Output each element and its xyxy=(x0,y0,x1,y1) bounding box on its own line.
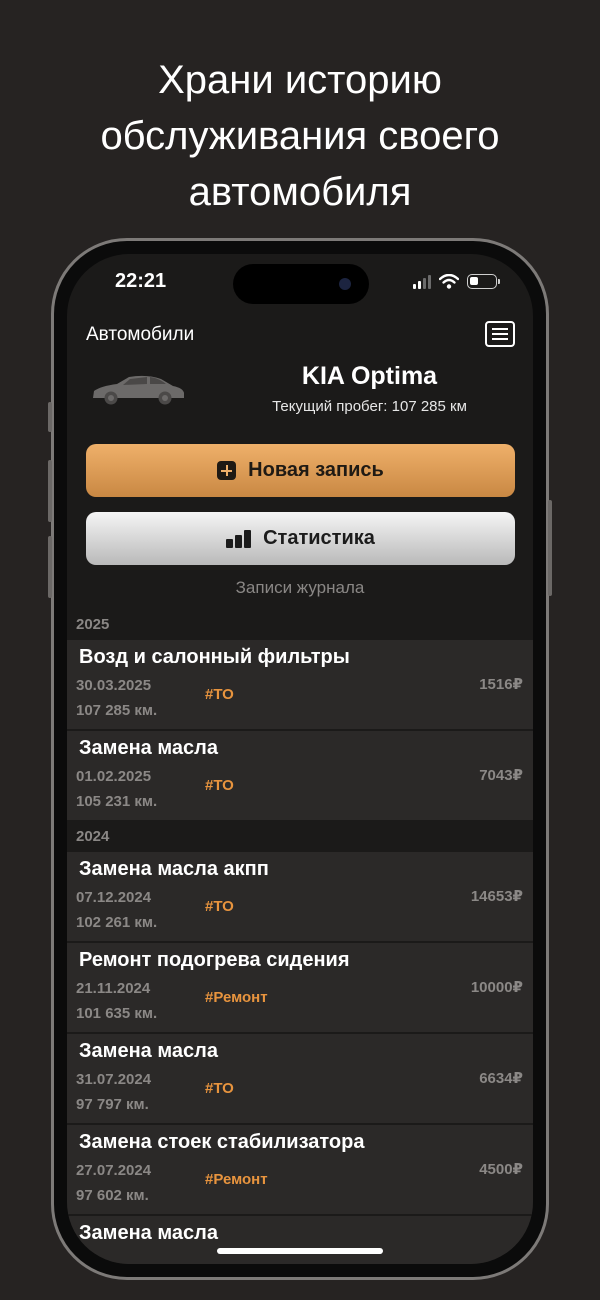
list-icon[interactable] xyxy=(485,321,515,347)
entry-price: 7043₽ xyxy=(479,767,523,784)
signal-icon xyxy=(413,274,431,289)
journal-list: 2025 Возд и салонный фильтры 30.03.2025 … xyxy=(67,610,533,1264)
entry-price: 10000₽ xyxy=(470,979,523,996)
entry-tag: #ТО xyxy=(205,777,234,794)
volume-up-button xyxy=(48,460,52,522)
entry-title: Замена масла xyxy=(79,1222,218,1244)
entry-date: 30.03.2025 xyxy=(76,677,152,694)
status-time: 22:21 xyxy=(115,270,167,292)
dynamic-island xyxy=(233,264,369,304)
nav-title[interactable]: Автомобили xyxy=(86,324,194,346)
entry-price: 6634₽ xyxy=(479,1070,523,1087)
entry-mileage: 101 635 км. xyxy=(76,1005,158,1022)
wifi-icon xyxy=(439,274,459,289)
entry-tag: #ТО xyxy=(205,898,234,915)
entry-date: 21.11.2024 xyxy=(76,980,151,997)
entry-date: 01.02.2025 xyxy=(76,768,152,785)
side-button xyxy=(48,402,52,432)
app-screen: 22:21 Автомобили KIA Optima Текущий проб… xyxy=(67,254,533,1264)
power-button xyxy=(548,500,552,596)
entry-price: 14653₽ xyxy=(470,888,523,905)
year-header: 2024 xyxy=(67,822,533,852)
statistics-label: Статистика xyxy=(263,527,375,549)
entry-title: Замена масла xyxy=(79,1040,218,1062)
journal-entry[interactable]: Замена масла 01.02.2025 105 231 км. #ТО … xyxy=(67,731,533,822)
entry-tag: #ТО xyxy=(205,686,234,703)
entry-title: Замена стоек стабилизатора xyxy=(79,1131,365,1153)
journal-entry[interactable]: Замена стоек стабилизатора 27.07.2024 97… xyxy=(67,1125,533,1216)
promo-headline: Храни историю обслуживания своего автомо… xyxy=(0,52,600,220)
camera-icon xyxy=(339,278,351,290)
entry-mileage: 97 797 км. xyxy=(76,1096,149,1113)
entry-title: Замена масла xyxy=(79,737,218,759)
bar-chart-icon xyxy=(226,529,252,548)
journal-entry[interactable]: Замена масла 31.07.2024 97 797 км. #ТО 6… xyxy=(67,1034,533,1125)
new-record-label: Новая запись xyxy=(248,459,384,481)
entry-price: 4500₽ xyxy=(479,1161,523,1178)
statistics-button[interactable]: Статистика xyxy=(86,512,515,565)
entry-tag: #Ремонт xyxy=(205,989,268,1006)
entry-mileage: 97 602 км. xyxy=(76,1187,149,1204)
year-header: 2025 xyxy=(67,610,533,640)
battery-icon xyxy=(467,274,500,289)
status-icons xyxy=(413,274,500,289)
car-silhouette-icon xyxy=(93,375,184,405)
journal-entry[interactable]: Ремонт подогрева сидения 21.11.2024 101 … xyxy=(67,943,533,1034)
entry-date: 31.07.2024 xyxy=(76,1071,152,1088)
entry-title: Замена масла акпп xyxy=(79,858,269,880)
new-record-button[interactable]: Новая запись xyxy=(86,444,515,497)
home-indicator[interactable] xyxy=(217,1248,383,1254)
car-name: KIA Optima xyxy=(301,362,438,390)
entry-mileage: 105 231 км. xyxy=(76,793,158,810)
car-mileage: Текущий пробег: 107 285 км xyxy=(272,398,467,415)
entry-price: 1516₽ xyxy=(479,676,523,693)
journal-entry[interactable]: Замена масла акпп 07.12.2024 102 261 км.… xyxy=(67,852,533,943)
plus-icon xyxy=(217,461,237,480)
entry-mileage: 102 261 км. xyxy=(76,914,158,931)
entry-title: Возд и салонный фильтры xyxy=(79,646,350,668)
journal-entry[interactable]: Возд и салонный фильтры 30.03.2025 107 2… xyxy=(67,640,533,731)
entry-date: 27.07.2024 xyxy=(76,1162,152,1179)
entry-mileage: 107 285 км. xyxy=(76,702,158,719)
entry-title: Ремонт подогрева сидения xyxy=(79,949,350,971)
journal-entry[interactable]: Замена масла xyxy=(67,1216,533,1264)
headline-line-2: обслуживания своего xyxy=(100,114,500,158)
headline-line-3: автомобиля xyxy=(188,170,412,214)
journal-label: Записи журнала xyxy=(235,578,365,597)
entry-date: 07.12.2024 xyxy=(76,889,152,906)
entry-tag: #Ремонт xyxy=(205,1171,268,1188)
volume-down-button xyxy=(48,536,52,598)
entry-tag: #ТО xyxy=(205,1080,234,1097)
headline-line-1: Храни историю xyxy=(158,58,442,102)
